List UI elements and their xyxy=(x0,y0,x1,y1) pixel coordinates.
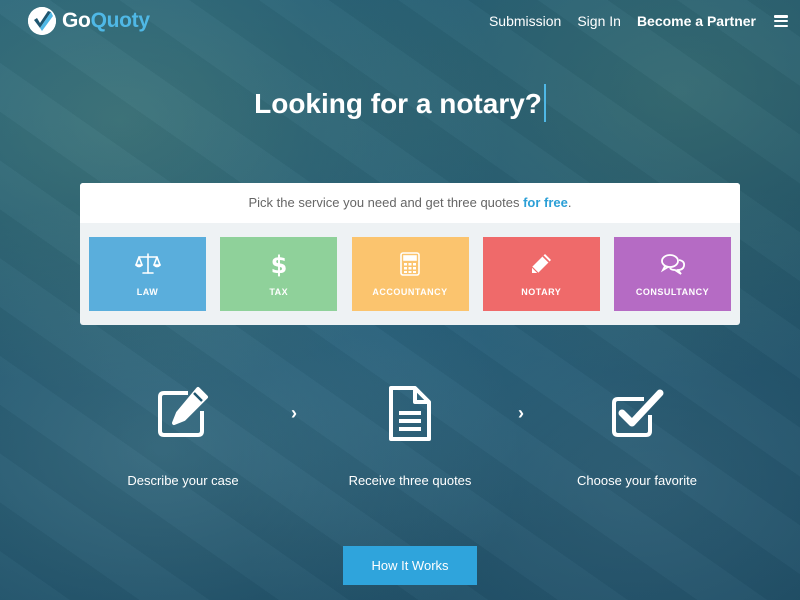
service-tiles: LAW $ TAX ACCOUNTANCY NOTARY CONSULTANCY xyxy=(80,223,740,311)
service-tile-accountancy[interactable]: ACCOUNTANCY xyxy=(351,237,469,311)
service-tile-label: NOTARY xyxy=(521,287,562,297)
nav-submission-link[interactable]: Submission xyxy=(489,13,561,29)
hero-headline: Looking for a notary? xyxy=(0,83,800,122)
logo-check-icon xyxy=(28,7,56,35)
typing-cursor xyxy=(543,83,546,122)
step-choose: Choose your favorite xyxy=(537,385,737,488)
service-tile-law[interactable]: LAW xyxy=(89,237,206,311)
service-tile-label: LAW xyxy=(136,287,159,297)
service-tile-tax[interactable]: $ TAX xyxy=(220,237,338,311)
how-it-works-button[interactable]: How It Works xyxy=(343,546,477,585)
hamburger-icon[interactable] xyxy=(774,15,788,27)
calculator-icon xyxy=(400,252,420,276)
edit-icon xyxy=(158,387,208,437)
top-nav: Submission Sign In Become a Partner xyxy=(473,13,788,29)
service-prompt: Pick the service you need and get three … xyxy=(80,183,740,223)
svg-text:$: $ xyxy=(270,251,287,277)
service-tile-consultancy[interactable]: CONSULTANCY xyxy=(614,237,731,311)
hero-headline-text: Looking for a notary? xyxy=(254,88,542,119)
chat-bubbles-icon xyxy=(660,254,685,275)
scales-icon xyxy=(134,253,161,274)
step-label: Choose your favorite xyxy=(577,473,697,488)
header: GoQuoty Submission Sign In Become a Part… xyxy=(0,0,800,44)
step-arrow-icon: › xyxy=(291,403,297,423)
step-arrow-icon: › xyxy=(518,403,524,423)
logo[interactable]: GoQuoty xyxy=(28,7,150,35)
pencil-icon xyxy=(531,254,552,274)
dollar-icon: $ xyxy=(270,251,287,277)
checkbox-icon xyxy=(612,389,664,437)
step-label: Describe your case xyxy=(127,473,239,488)
service-tile-label: CONSULTANCY xyxy=(635,287,710,297)
nav-become-partner-link[interactable]: Become a Partner xyxy=(637,13,756,29)
service-prompt-suffix: . xyxy=(567,195,572,210)
service-tile-notary[interactable]: NOTARY xyxy=(482,237,600,311)
step-describe: Describe your case xyxy=(83,385,283,488)
service-prompt-highlight: for free xyxy=(523,195,568,210)
service-tile-label: ACCOUNTANCY xyxy=(372,287,448,297)
service-picker: Pick the service you need and get three … xyxy=(80,183,740,325)
step-receive: Receive three quotes xyxy=(310,385,510,488)
service-tile-label: TAX xyxy=(269,287,289,297)
service-prompt-text: Pick the service you need and get three … xyxy=(248,195,524,210)
document-icon xyxy=(389,386,431,441)
logo-text-go: Go xyxy=(62,9,91,32)
logo-text-quoty: Quoty xyxy=(90,9,150,32)
logo-text: GoQuoty xyxy=(62,9,150,33)
nav-sign-in-link[interactable]: Sign In xyxy=(577,13,621,29)
step-label: Receive three quotes xyxy=(348,473,472,488)
